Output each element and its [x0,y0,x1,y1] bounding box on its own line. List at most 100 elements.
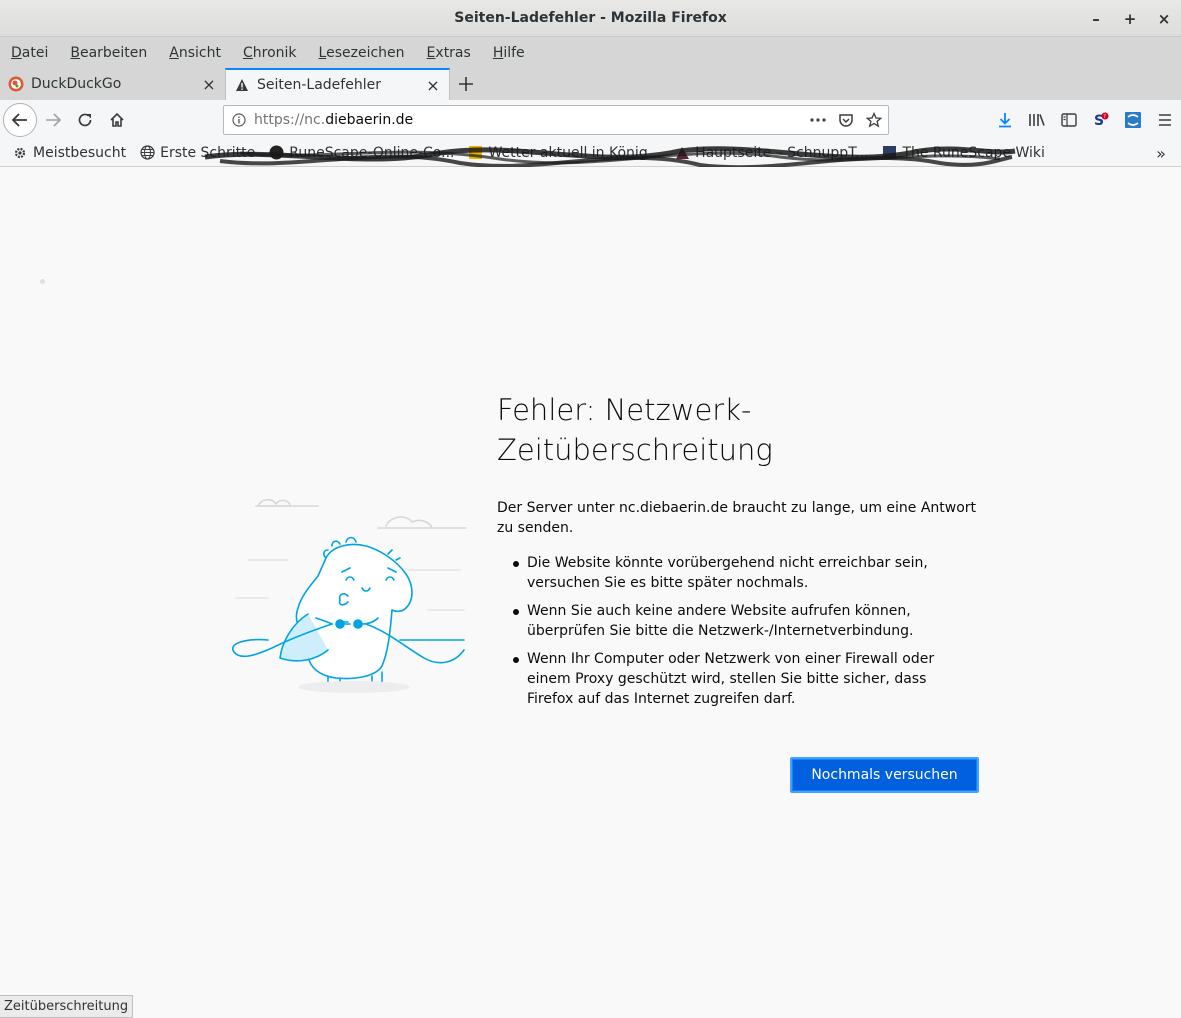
menu-datei[interactable]: Datei [11,45,48,61]
bookmark-runescape-wiki[interactable]: The RuneScape Wiki [881,144,1045,161]
error-suggestions: Die Website könnte vorübergehend nicht e… [497,553,977,717]
ellipsis-icon [810,118,826,122]
window-title: Seiten-Ladefehler - Mozilla Firefox [454,10,727,26]
tab-label: Seiten-Ladefehler [257,77,381,93]
url-actions [804,104,888,136]
home-icon [110,112,124,127]
new-tab-button[interactable] [450,68,482,100]
menu-accelerator: A [169,44,179,61]
menu-accelerator: B [70,44,80,61]
screenshot-icon [1125,111,1141,128]
pocket-button[interactable] [832,104,860,136]
downloads-button[interactable] [989,104,1021,136]
list-item: Wenn Ihr Computer oder Netzwerk von eine… [497,649,977,709]
bookmark-runescape-online[interactable]: RuneScape-Online-Co... [268,145,454,161]
arrow-right-icon [46,112,62,127]
bookmark-label: Hauptseite – SchnuppT... [695,144,869,161]
close-window-button[interactable]: × [1147,0,1181,37]
menu-lesezeichen[interactable]: Lesezeichen [319,45,405,61]
bookmark-label: Wetter aktuell in König... [488,144,662,161]
reload-icon [78,113,92,126]
error-description: Der Server unter nc.diebaerin.de braucht… [497,500,977,536]
hamburger-icon [1159,113,1171,126]
menu-label: hronik [252,44,297,61]
home-button[interactable] [101,104,133,136]
bookmark-hauptseite[interactable]: Hauptseite – SchnuppT... [674,145,868,161]
forward-button[interactable] [37,104,69,136]
reload-button[interactable] [69,104,101,136]
menu-accelerator: L [318,44,327,61]
plus-icon [459,77,473,91]
close-tab-icon[interactable]: × [425,76,441,95]
tab-seiten-ladefehler[interactable]: Seiten-Ladefehler × [225,68,450,100]
bookmark-star-button[interactable] [860,104,888,136]
menu-label: earbeiten [79,44,148,61]
bookmark-label: The RuneScape Wiki [902,144,1045,161]
url-bar[interactable]: https://nc.diebaerin.de [223,105,889,135]
menu-bearbeiten[interactable]: Bearbeiten [70,45,147,61]
menu-label: ilfe [503,44,525,61]
extension-screenshot-button[interactable] [1117,104,1149,136]
url-domain: diebaerin.de [325,112,414,128]
list-item: Die Website könnte vorübergehend nicht e… [497,553,977,593]
wiki-icon [881,145,897,161]
menu-chronik[interactable]: Chronik [243,45,297,61]
bookmarks-overflow-icon[interactable]: » [1151,143,1171,163]
info-icon[interactable] [224,113,254,127]
sidebar-button[interactable] [1053,104,1085,136]
menu-ansicht[interactable]: Ansicht [169,45,221,61]
decorative-dot [40,279,45,284]
download-icon [999,112,1011,127]
menu-label: atei [21,44,49,61]
retry-button[interactable]: Nochmals versuchen [790,757,979,793]
bookmark-wetter[interactable]: Wetter aktuell in König... [467,145,661,161]
weather-icon [467,145,483,161]
bookmark-meistbesucht[interactable]: Meistbesucht [12,145,126,161]
list-item: Wenn Sie auch keine andere Website aufru… [497,601,977,641]
page-actions-button[interactable] [804,104,832,136]
menu-label: xtras [435,44,471,61]
menu-accelerator: H [492,44,504,61]
menu-label: nsicht [178,44,221,61]
menu-accelerator: C [243,44,253,61]
tab-strip: DuckDuckGo × Seiten-Ladefehler × [0,68,1181,100]
url-scheme: https://nc. [254,112,326,128]
toolbar-right: S? [989,100,1181,139]
star-icon [866,112,882,128]
menu-bar: Datei Bearbeiten Ansicht Chronik Lesezei… [0,37,1181,68]
menu-hilfe[interactable]: Hilfe [493,45,525,61]
pocket-icon [839,114,853,127]
extension-s-icon: S? [1094,112,1109,129]
site-icon [674,145,690,161]
menu-accelerator: D [11,44,22,61]
sidebar-icon [1061,112,1077,127]
warning-icon [234,77,250,93]
menu-extras[interactable]: Extras [427,45,471,61]
url-text[interactable]: https://nc.diebaerin.de [254,112,804,128]
maximize-button[interactable]: + [1113,0,1147,37]
bookmark-label: RuneScape-Online-Co... [289,144,455,161]
svg-text:?: ? [1103,114,1106,120]
extension-s-button[interactable]: S? [1085,104,1117,136]
duckduckgo-icon [8,76,24,92]
back-button[interactable] [3,102,37,137]
library-icon [1029,113,1045,126]
dinosaur-illustration [231,498,467,693]
close-tab-icon[interactable]: × [201,75,217,94]
status-bar: Zeitüberschreitung [0,995,134,1018]
globe-icon [139,145,155,161]
bookmark-label: Erste Schritte [160,144,256,161]
library-button[interactable] [1021,104,1053,136]
navigation-toolbar: https://nc.diebaerin.de S? [0,100,1181,139]
menu-button[interactable] [1149,104,1181,136]
arrow-left-icon [11,112,27,127]
runescape-icon [268,145,284,161]
bookmarks-toolbar: Meistbesucht Erste Schritte RuneScape-On… [0,139,1181,170]
tab-duckduckgo[interactable]: DuckDuckGo × [0,68,225,100]
menu-label: esezeichen [326,44,405,61]
bookmark-label: Meistbesucht [33,144,127,161]
minimize-button[interactable]: – [1079,0,1113,37]
gear-icon [12,145,28,161]
window-titlebar: Seiten-Ladefehler - Mozilla Firefox – + … [0,0,1181,37]
bookmark-erste-schritte[interactable]: Erste Schritte [139,145,255,161]
